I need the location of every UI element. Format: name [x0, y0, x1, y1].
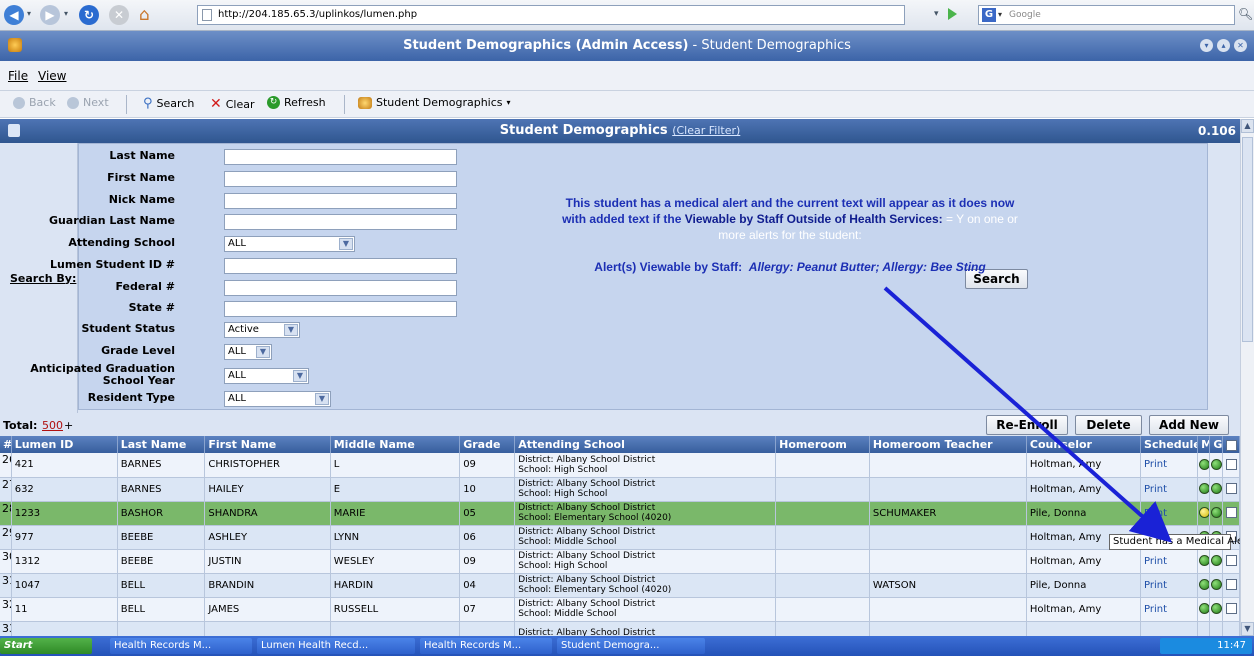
scroll-up-icon[interactable]: ▲ [1241, 119, 1254, 133]
clock: 11:47 [1217, 640, 1246, 651]
arrow-line [883, 286, 1172, 543]
vertical-scrollbar[interactable]: ▲ ▼ [1240, 119, 1254, 636]
taskbar-item-3[interactable]: Health Records M... [420, 638, 552, 654]
annotation-arrow [883, 286, 1172, 543]
scroll-down-icon[interactable]: ▼ [1241, 622, 1254, 636]
scroll-thumb[interactable] [1242, 137, 1253, 342]
taskbar-item-4-label: Student Demogra... [561, 640, 660, 651]
start-label: Start [4, 640, 33, 651]
taskbar-item-3-label: Health Records M... [424, 640, 522, 651]
taskbar-item-1-label: Health Records M... [114, 640, 212, 651]
system-tray: 11:47 [1160, 638, 1252, 654]
taskbar-item-4[interactable]: Student Demogra... [557, 638, 705, 654]
taskbar-item-2-label: Lumen Health Recd... [261, 640, 369, 651]
taskbar-item-2[interactable]: Lumen Health Recd... [257, 638, 415, 654]
taskbar: Start Health Records M... Lumen Health R… [0, 636, 1254, 656]
start-button[interactable]: Start [0, 638, 92, 654]
taskbar-item-1[interactable]: Health Records M... [110, 638, 252, 654]
